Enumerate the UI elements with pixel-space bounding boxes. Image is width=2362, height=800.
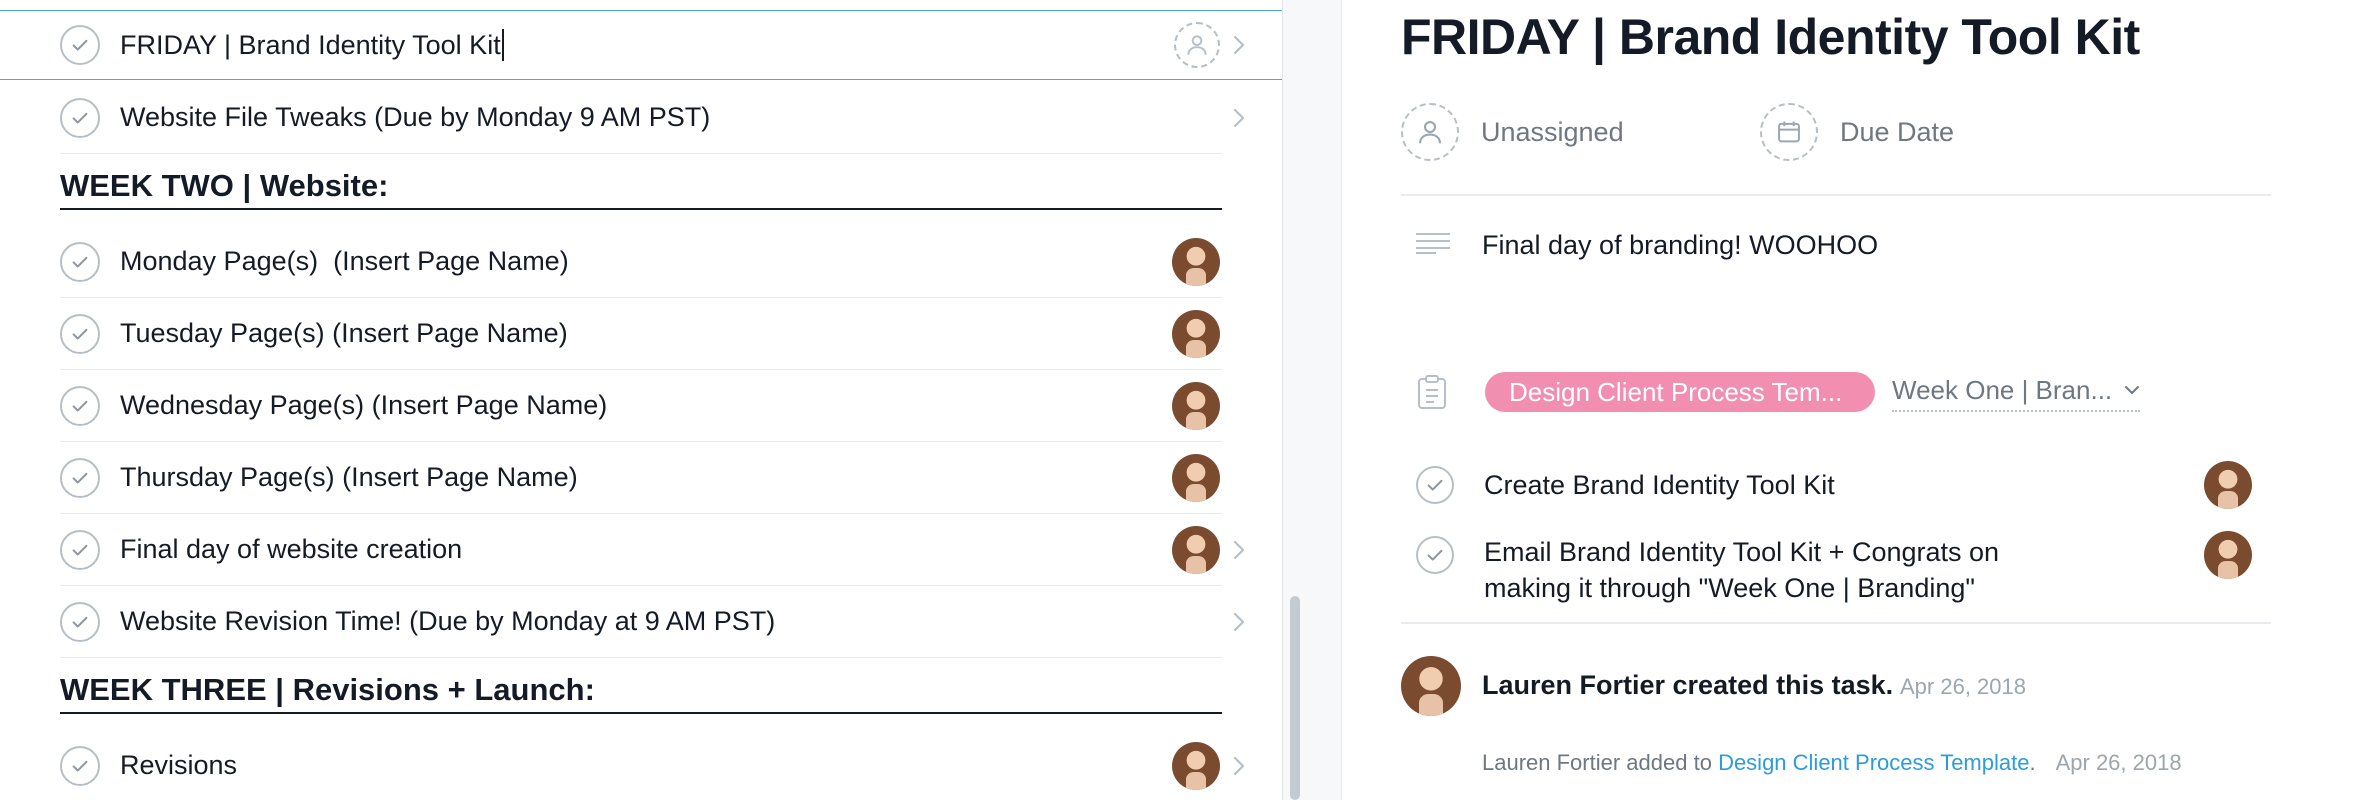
description-field[interactable]: Final day of branding! WOOHOO — [1482, 230, 1878, 261]
text-cursor — [501, 29, 504, 61]
task-row[interactable]: Final day of website creation — [60, 514, 1245, 586]
section-header-week-three[interactable]: WEEK THREE | Revisions + Launch: — [60, 662, 1222, 714]
complete-check-icon[interactable] — [60, 601, 100, 642]
task-name[interactable]: Website Revision Time! (Due by Monday at… — [120, 586, 775, 657]
complete-check-icon[interactable] — [60, 97, 100, 138]
activity-project-link[interactable]: Design Client Process Template — [1718, 750, 2029, 775]
assignee-avatar[interactable] — [1172, 454, 1220, 502]
complete-check-icon[interactable] — [1416, 466, 1454, 504]
task-row[interactable]: Monday Page(s) (Insert Page Name) — [60, 226, 1222, 298]
task-name[interactable]: Tuesday Page(s) (Insert Page Name) — [120, 298, 568, 369]
chevron-down-icon — [2125, 386, 2140, 394]
complete-check-icon[interactable] — [1416, 536, 1454, 574]
unassigned-avatar-icon[interactable] — [1174, 22, 1220, 68]
subtask-name-line-2[interactable]: making it through "Week One | Branding" — [1484, 570, 1975, 606]
clipboard-icon — [1418, 375, 1446, 409]
due-date-button[interactable]: Due Date — [1760, 102, 1954, 162]
complete-check-icon[interactable] — [60, 241, 100, 282]
person-icon — [1401, 103, 1459, 161]
pane-divider — [1302, 0, 1342, 800]
task-name[interactable]: Revisions — [120, 730, 237, 800]
subtask-row[interactable]: Email Brand Identity Tool Kit + Congrats… — [1416, 531, 2286, 612]
assignee-avatar[interactable] — [1172, 526, 1220, 574]
task-name[interactable]: Website File Tweaks (Due by Monday 9 AM … — [120, 82, 710, 153]
chevron-right-icon[interactable] — [1232, 754, 1246, 778]
task-list-pane: FRIDAY | Brand Identity Tool Kit Website… — [0, 0, 1282, 800]
scrollbar-thumb[interactable] — [1290, 596, 1300, 800]
task-row-active[interactable]: FRIDAY | Brand Identity Tool Kit — [0, 10, 1282, 80]
assignee-avatar[interactable] — [1172, 238, 1220, 286]
chevron-right-icon[interactable] — [1232, 106, 1246, 130]
subtask-name[interactable]: Create Brand Identity Tool Kit — [1484, 467, 1835, 503]
activity-period: . — [2029, 750, 2036, 775]
project-tag[interactable]: Design Client Process Tem... — [1485, 372, 1875, 412]
task-row[interactable]: Wednesday Page(s) (Insert Page Name) — [60, 370, 1222, 442]
complete-check-icon[interactable] — [60, 457, 100, 498]
subtask-name-line-1[interactable]: Email Brand Identity Tool Kit + Congrats… — [1484, 534, 1999, 570]
task-detail-pane: FRIDAY | Brand Identity Tool Kit Unassig… — [1342, 0, 2362, 800]
task-row[interactable]: Thursday Page(s) (Insert Page Name) — [60, 442, 1222, 514]
task-row[interactable]: Revisions — [60, 730, 1245, 800]
subtask-row[interactable]: Create Brand Identity Tool Kit — [1416, 460, 2286, 510]
description-lines-icon — [1416, 233, 1450, 254]
task-name-input[interactable]: FRIDAY | Brand Identity Tool Kit — [120, 11, 504, 79]
complete-check-icon[interactable] — [60, 745, 100, 786]
activity-actor[interactable]: Lauren Fortier — [1482, 750, 1620, 775]
assignee-button[interactable]: Unassigned — [1401, 102, 1624, 162]
story-timestamp: Apr 26, 2018 — [1900, 674, 2026, 699]
task-name[interactable]: Monday Page(s) (Insert Page Name) — [120, 226, 569, 297]
assignee-avatar[interactable] — [1172, 742, 1220, 790]
author-avatar[interactable] — [1401, 656, 1461, 716]
assignee-avatar[interactable] — [2204, 531, 2252, 579]
complete-check-icon[interactable] — [60, 529, 100, 570]
due-date-label: Due Date — [1840, 116, 1955, 147]
activity-verb: added to — [1620, 750, 1719, 775]
task-name[interactable]: Final day of website creation — [120, 514, 462, 585]
task-title[interactable]: FRIDAY | Brand Identity Tool Kit — [1401, 8, 2140, 66]
assignee-avatar[interactable] — [1172, 310, 1220, 358]
story-text: Lauren Fortier created this task. — [1482, 670, 1894, 700]
activity-line: Lauren Fortier added to Design Client Pr… — [1482, 750, 2182, 776]
task-row[interactable]: Tuesday Page(s) (Insert Page Name) — [60, 298, 1222, 370]
assignee-avatar[interactable] — [2204, 461, 2252, 509]
section-dropdown[interactable]: Week One | Bran... — [1892, 372, 2141, 412]
task-name[interactable]: Wednesday Page(s) (Insert Page Name) — [120, 370, 607, 441]
task-row[interactable]: Website File Tweaks (Due by Monday 9 AM … — [60, 82, 1245, 154]
divider — [1401, 194, 2271, 196]
assignee-label: Unassigned — [1481, 116, 1624, 147]
task-name[interactable]: Thursday Page(s) (Insert Page Name) — [120, 442, 578, 513]
task-row[interactable]: Website Revision Time! (Due by Monday at… — [60, 586, 1245, 658]
calendar-icon — [1760, 103, 1818, 161]
section-dropdown-value: Week One | Bran... — [1892, 374, 2113, 405]
activity-timestamp: Apr 26, 2018 — [2055, 750, 2182, 775]
section-header-week-two[interactable]: WEEK TWO | Website: — [60, 158, 1222, 210]
complete-check-icon[interactable] — [60, 25, 100, 65]
divider — [1401, 622, 2271, 624]
chevron-right-icon[interactable] — [1232, 33, 1246, 57]
complete-check-icon[interactable] — [60, 385, 100, 426]
chevron-right-icon[interactable] — [1232, 610, 1246, 634]
complete-check-icon[interactable] — [60, 313, 100, 354]
assignee-avatar[interactable] — [1172, 382, 1220, 430]
chevron-right-icon[interactable] — [1232, 538, 1246, 562]
